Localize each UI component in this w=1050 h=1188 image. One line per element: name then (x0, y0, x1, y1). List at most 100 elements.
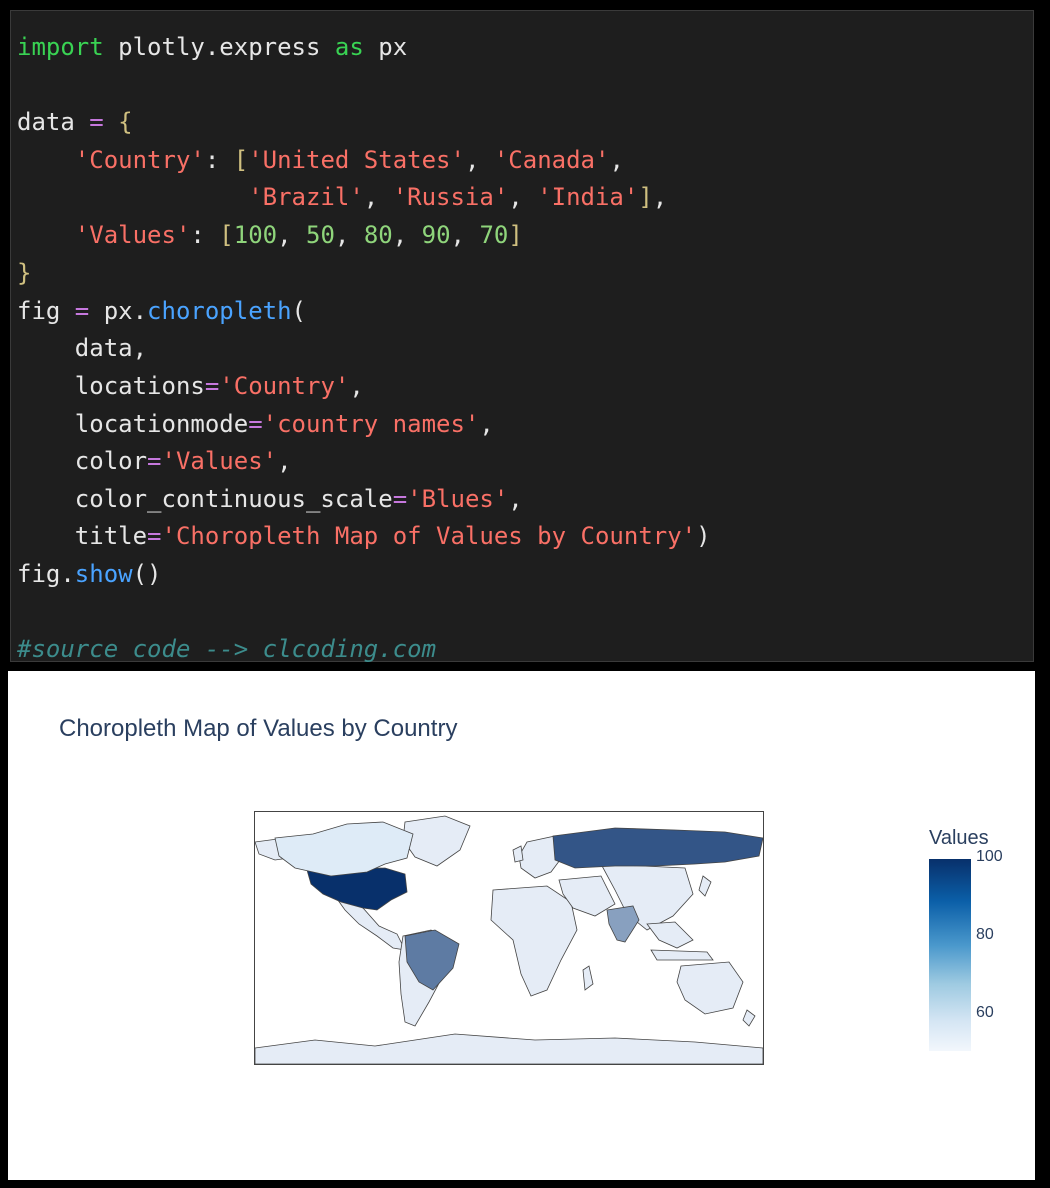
source-comment: #source code --> clcoding.com (17, 635, 437, 663)
arg-name: color_continuous_scale (17, 485, 393, 513)
comma: , (450, 221, 480, 249)
code-line-locationmode: locationmode='country names', (17, 409, 494, 439)
colorbar-title: Values (929, 827, 989, 849)
code-line-data-arg: data, (17, 333, 147, 363)
code-line-color: color='Values', (17, 446, 292, 476)
country-india[interactable]: India: 70 (606, 905, 640, 943)
land-uk (512, 845, 524, 863)
fig-object: fig. (17, 560, 75, 588)
var-fig: fig (17, 297, 75, 325)
arg-value: 'country names' (262, 410, 480, 438)
equals-operator: = (248, 410, 263, 438)
country-canada[interactable]: Canada: 50 (274, 821, 414, 877)
string-russia: 'Russia' (392, 183, 509, 211)
open-paren: ( (291, 297, 306, 325)
equals-operator: = (147, 522, 162, 550)
string-values-key: 'Values' (74, 221, 191, 249)
string-country-key: 'Country' (74, 146, 205, 174)
equals-operator: = (147, 447, 162, 475)
assign-operator: = (74, 297, 90, 325)
arg-value: 'Country' (219, 372, 350, 400)
land-new-zealand (742, 1009, 756, 1027)
string-united-states: 'United States' (248, 146, 465, 174)
string-brazil: 'Brazil' (248, 183, 364, 211)
arg-name: locationmode (17, 410, 249, 438)
assign-operator: = (89, 108, 104, 136)
keyword-import: import (17, 33, 104, 61)
land-africa (490, 885, 578, 997)
colorbar-tick-label: 60 (976, 1004, 994, 1021)
code-line-locations: locations='Country', (17, 371, 364, 401)
code-line-data-assign: data = { (17, 107, 133, 137)
code-editor-panel: import plotly.express as px data = { 'Co… (10, 10, 1034, 663)
arg-value: 'Blues' (407, 485, 509, 513)
colon: : (204, 146, 234, 174)
string-india: 'India' (537, 183, 639, 211)
arg-name: title (17, 522, 148, 550)
arg-data: data, (17, 334, 148, 362)
plot-output-panel: Choropleth Map of Values by Country Unit… (8, 671, 1035, 1180)
land-madagascar (582, 965, 594, 991)
comma: , (363, 183, 393, 211)
land-se-asia (646, 921, 694, 949)
land-antarctica (255, 1033, 763, 1064)
comma: , (652, 183, 668, 211)
comma: , (508, 183, 538, 211)
function-choropleth: choropleth (147, 297, 292, 325)
land-indonesia (650, 949, 714, 961)
arg-value: 'Values' (161, 447, 278, 475)
open-bracket: [ (219, 221, 234, 249)
comma: , (479, 410, 494, 438)
arg-name: locations (17, 372, 205, 400)
comma: , (609, 146, 624, 174)
number-70: 70 (479, 221, 509, 249)
number-80: 80 (363, 221, 393, 249)
colorbar (929, 859, 971, 1051)
colorbar-tick-label: 100 (976, 848, 1003, 865)
land-japan (698, 875, 712, 897)
code-line-import: import plotly.express as px (17, 32, 407, 62)
var-data: data (17, 108, 90, 136)
land-australia (676, 961, 744, 1015)
chart-title: Choropleth Map of Values by Country (59, 715, 458, 742)
code-line-country-cont: 'Brazil', 'Russia', 'India'], (17, 182, 667, 212)
land-greenland (402, 815, 471, 867)
comma: , (277, 221, 307, 249)
module-name: plotly.express (103, 33, 335, 61)
arg-value: 'Choropleth Map of Values by Country' (161, 522, 697, 550)
country-russia[interactable]: Russia: 90 (552, 827, 763, 869)
code-line-close-brace: } (17, 258, 31, 288)
equals-operator: = (204, 372, 220, 400)
colon: : (190, 221, 220, 249)
comma: , (334, 221, 364, 249)
close-bracket: ] (638, 183, 653, 211)
colorbar-tick-label: 80 (976, 926, 994, 943)
equals-operator: = (392, 485, 408, 513)
module-alias: px (363, 33, 408, 61)
choropleth-map[interactable]: United States: 100Canada: 50Brazil: 80Ru… (254, 811, 764, 1065)
code-line-fig-assign: fig = px.choropleth( (17, 296, 306, 326)
code-line-show: fig.show() (17, 559, 162, 589)
px-object: px. (89, 297, 148, 325)
function-show: show (74, 560, 133, 588)
comma: , (392, 221, 422, 249)
comma: , (508, 485, 523, 513)
close-paren: ) (696, 522, 711, 550)
open-brace: { (103, 108, 133, 136)
comma: , (464, 146, 494, 174)
code-line-values-key: 'Values': [100, 50, 80, 90, 70] (17, 220, 523, 250)
keyword-as: as (334, 33, 364, 61)
code-line-title: title='Choropleth Map of Values by Count… (17, 521, 711, 551)
close-bracket: ] (508, 221, 523, 249)
open-bracket: [ (233, 146, 249, 174)
arg-name: color (17, 447, 148, 475)
call-parens: () (132, 560, 162, 588)
comma: , (277, 447, 292, 475)
code-line-country-key: 'Country': ['United States', 'Canada', (17, 145, 624, 175)
number-50: 50 (306, 221, 335, 249)
number-100: 100 (233, 221, 278, 249)
comma: , (349, 372, 364, 400)
